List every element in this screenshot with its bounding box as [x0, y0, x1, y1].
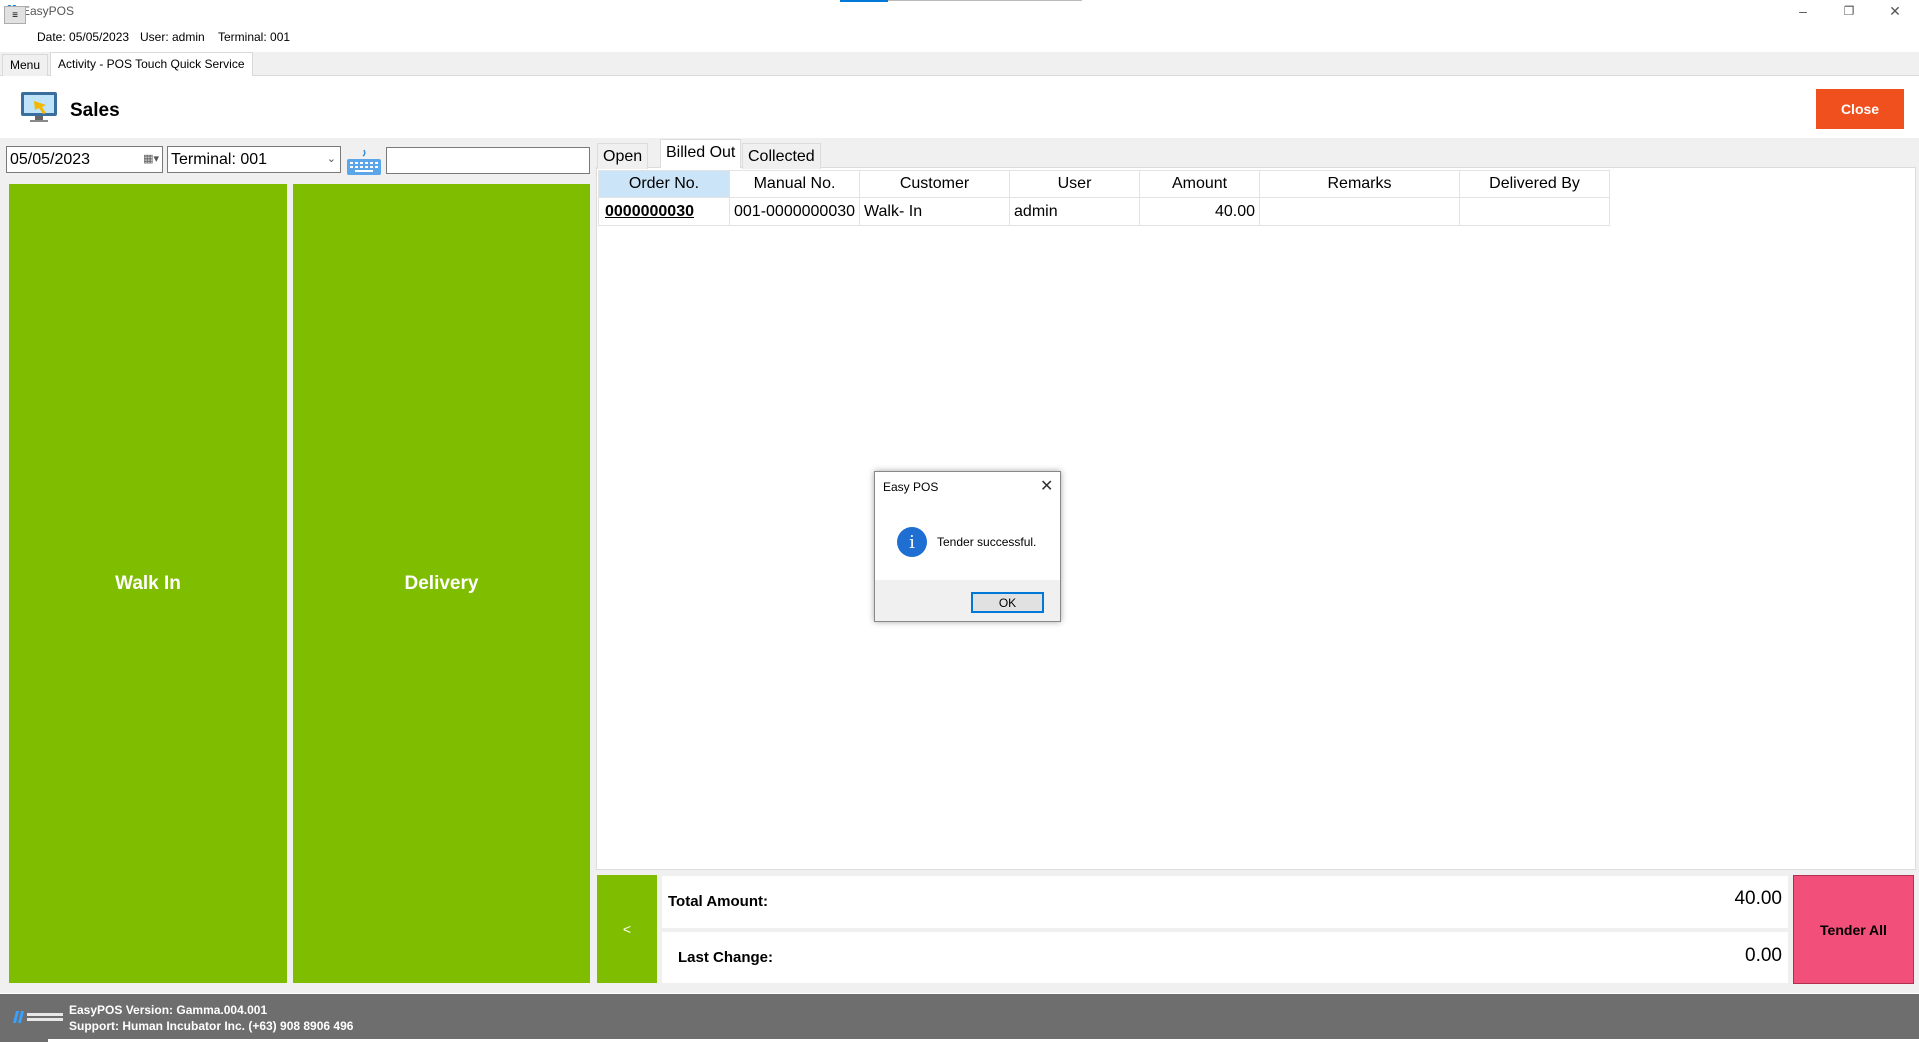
page-title: Sales — [70, 100, 120, 121]
column-manual-no[interactable]: Manual No. — [728, 170, 861, 198]
support-text: Support: Human Incubator Inc. (+63) 908 … — [69, 1019, 354, 1033]
tab-open[interactable]: Open — [597, 143, 649, 169]
restore-button[interactable]: ❐ — [1826, 0, 1872, 22]
column-user[interactable]: User — [1009, 170, 1141, 198]
title-accent — [840, 0, 888, 2]
delivery-button[interactable]: Delivery — [293, 184, 590, 983]
dialog-title: Easy POS — [883, 480, 939, 494]
cell-remarks — [1259, 197, 1461, 226]
window-close-button[interactable]: ✕ — [1872, 0, 1918, 22]
column-order-no[interactable]: Order No. — [598, 170, 730, 198]
chevron-down-icon: ⌄ — [326, 153, 336, 165]
cell-delivered-by — [1459, 197, 1611, 226]
title-divider — [888, 0, 1082, 1]
tender-all-button[interactable]: Tender All — [1793, 875, 1914, 984]
total-amount-label: Total Amount: — [668, 893, 768, 910]
sales-monitor-icon — [21, 92, 57, 122]
last-change-value: 0.00 — [1745, 945, 1782, 966]
column-amount[interactable]: Amount — [1139, 170, 1261, 198]
back-button[interactable]: < — [597, 875, 657, 983]
dialog-message: Tender successful. — [937, 535, 1037, 549]
close-button[interactable]: Close — [1816, 89, 1904, 129]
cell-user: admin — [1009, 197, 1141, 226]
calendar-dropdown-icon[interactable]: ▦▾ — [143, 152, 159, 165]
last-change-row: Last Change: 0.00 — [662, 932, 1788, 983]
terminal-select[interactable]: Terminal: 001 ⌄ — [167, 146, 341, 173]
total-amount-row: Total Amount: 40.00 — [662, 876, 1788, 928]
tabs-row — [0, 52, 1919, 76]
status-bar — [0, 994, 1919, 1042]
cell-customer: Walk- In — [859, 197, 1011, 226]
info-icon: i — [897, 527, 927, 557]
walk-in-button[interactable]: Walk In — [9, 184, 287, 983]
search-input[interactable] — [386, 147, 590, 174]
order-list-panel — [596, 167, 1916, 870]
cell-manual-no: 001-0000000030 — [728, 197, 861, 226]
info-user: User: admin — [140, 30, 205, 44]
tab-menu[interactable]: Menu — [2, 54, 49, 76]
date-value: 05/05/2023 — [10, 151, 91, 168]
date-picker[interactable]: 05/05/2023 ▦▾ — [6, 146, 163, 173]
keyboard-icon[interactable] — [346, 148, 382, 176]
message-dialog: Easy POS ✕ i Tender successful. OK — [874, 471, 1061, 622]
column-remarks[interactable]: Remarks — [1259, 170, 1461, 198]
minimize-button[interactable]: – — [1780, 0, 1826, 22]
human-incubator-logo — [13, 1011, 63, 1023]
total-amount-value: 40.00 — [1734, 888, 1782, 909]
orders-table: Order No. Manual No. Customer User Amoun… — [598, 170, 1611, 226]
column-delivered-by[interactable]: Delivered By — [1459, 170, 1611, 198]
table-row[interactable]: 0000000030 001-0000000030 Walk- In admin… — [598, 197, 1611, 226]
order-number-link[interactable]: 0000000030 — [598, 197, 730, 226]
ok-button[interactable]: OK — [971, 592, 1044, 613]
terminal-select-value: Terminal: 001 — [171, 151, 268, 168]
table-header-row: Order No. Manual No. Customer User Amoun… — [598, 170, 1611, 198]
info-terminal: Terminal: 001 — [218, 30, 291, 44]
last-change-label: Last Change: — [678, 949, 774, 966]
column-customer[interactable]: Customer — [859, 170, 1011, 198]
tab-activity[interactable]: Activity - POS Touch Quick Service — [50, 52, 253, 76]
title-bar — [0, 0, 1919, 22]
cell-amount: 40.00 — [1139, 197, 1261, 226]
tab-billed-out[interactable]: Billed Out — [660, 139, 742, 168]
version-text: EasyPOS Version: Gamma.004.001 — [69, 1003, 268, 1017]
dialog-close-icon[interactable]: ✕ — [1040, 476, 1053, 496]
app-title: EasyPOS — [22, 4, 75, 18]
tab-collected[interactable]: Collected — [742, 143, 821, 169]
info-date: Date: 05/05/2023 — [37, 30, 130, 44]
hamburger-menu-button[interactable]: ≡ — [4, 6, 26, 24]
